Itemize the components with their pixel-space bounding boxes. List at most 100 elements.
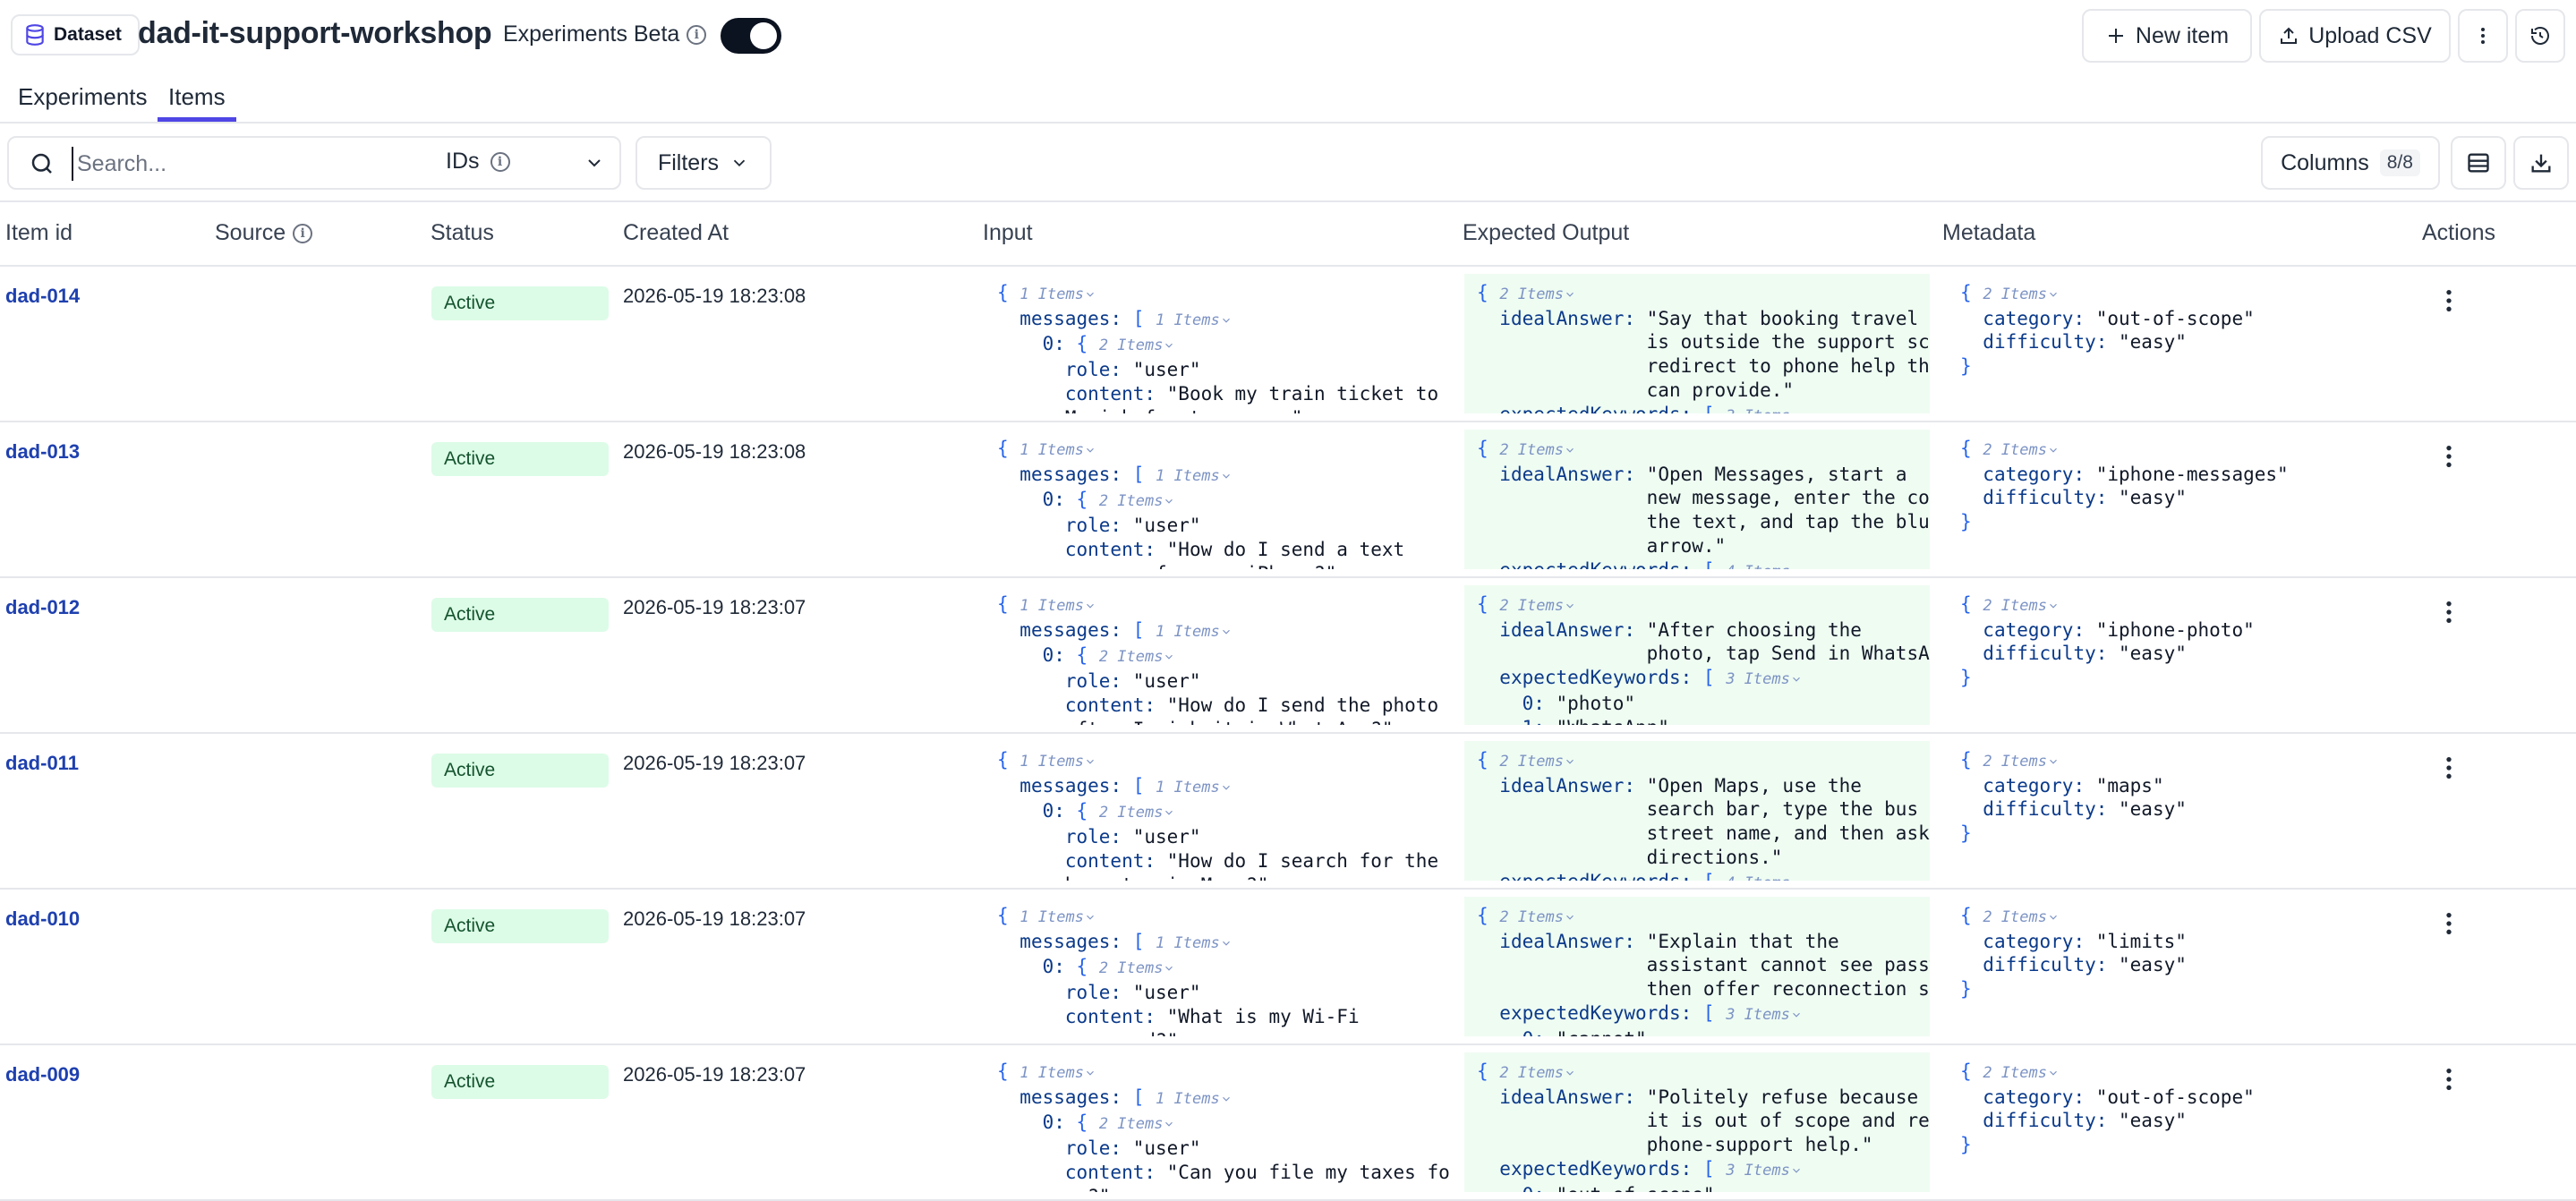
- collapse-toggle[interactable]: 2 Items: [1983, 441, 2060, 459]
- collapse-toggle[interactable]: 2 Items: [1099, 648, 1176, 666]
- more-vertical-icon[interactable]: [2435, 754, 2463, 782]
- collapse-toggle[interactable]: 1 Items: [1156, 1090, 1233, 1108]
- collapse-toggle[interactable]: 1 Items: [1156, 467, 1233, 485]
- collapse-toggle[interactable]: 3 Items: [1726, 1162, 1803, 1180]
- collapse-toggle[interactable]: 4 Items: [1726, 563, 1803, 569]
- column-header-expected-output[interactable]: Expected Output: [1463, 220, 1629, 246]
- collapse-toggle[interactable]: 1 Items: [1156, 779, 1233, 796]
- expected-output-cell[interactable]: { 2 Items idealAnswer: "After choosing t…: [1464, 585, 1930, 725]
- more-options-button[interactable]: [2458, 9, 2508, 63]
- column-header-item-id[interactable]: Item id: [5, 220, 73, 246]
- collapse-toggle[interactable]: 2 Items: [1499, 908, 1576, 926]
- history-button[interactable]: [2515, 9, 2565, 63]
- table-row[interactable]: dad-010 Active 2026-05-19 18:23:07 { 1 Item…: [0, 890, 2576, 1045]
- expected-output-cell[interactable]: { 2 Items idealAnswer: "Open Maps, use t…: [1464, 741, 1930, 881]
- more-vertical-icon[interactable]: [2435, 598, 2463, 626]
- collapse-toggle[interactable]: 1 Items: [1019, 908, 1096, 926]
- info-icon[interactable]: i: [687, 24, 707, 45]
- download-button[interactable]: [2513, 136, 2569, 190]
- collapse-toggle[interactable]: 1 Items: [1019, 441, 1096, 459]
- column-header-source[interactable]: Source i: [215, 220, 313, 246]
- filters-button[interactable]: Filters: [635, 136, 772, 190]
- expected-output-cell[interactable]: { 2 Items idealAnswer: "Open Messages, s…: [1464, 430, 1930, 569]
- item-id-link[interactable]: dad-011: [5, 752, 79, 775]
- collapse-toggle[interactable]: 2 Items: [1099, 492, 1176, 510]
- input-cell[interactable]: { 1 Items messages: [ 1 Items 0: { 2 Ite…: [985, 1052, 1450, 1192]
- collapse-toggle[interactable]: 3 Items: [1726, 1006, 1803, 1024]
- collapse-toggle[interactable]: 2 Items: [1983, 753, 2060, 771]
- collapse-toggle[interactable]: 2 Items: [1499, 1064, 1576, 1082]
- column-header-created-at[interactable]: Created At: [623, 220, 729, 246]
- info-icon[interactable]: i: [490, 151, 510, 172]
- collapse-toggle[interactable]: 2 Items: [1099, 804, 1176, 822]
- columns-button[interactable]: Columns 8/8: [2261, 136, 2440, 190]
- collapse-toggle[interactable]: 2 Items: [1099, 1115, 1176, 1133]
- input-json: { 1 Items messages: [ 1 Items 0: { 2 Ite…: [997, 904, 1360, 1036]
- item-id-link[interactable]: dad-013: [5, 440, 80, 464]
- column-header-status[interactable]: Status: [431, 220, 494, 246]
- table-row[interactable]: dad-013 Active 2026-05-19 18:23:08 { 1 Item…: [0, 422, 2576, 578]
- item-id-link[interactable]: dad-014: [5, 285, 80, 308]
- collapse-toggle[interactable]: 2 Items: [1983, 1064, 2060, 1082]
- item-id-link[interactable]: dad-010: [5, 907, 80, 931]
- collapse-toggle[interactable]: 4 Items: [1726, 874, 1803, 881]
- tab-experiments[interactable]: Experiments: [7, 79, 158, 122]
- collapse-toggle[interactable]: 2 Items: [1499, 753, 1576, 771]
- item-id-link[interactable]: dad-012: [5, 596, 80, 619]
- experiments-beta-toggle[interactable]: [721, 18, 781, 54]
- table-row[interactable]: dad-012 Active 2026-05-19 18:23:07 { 1 Item…: [0, 578, 2576, 734]
- collapse-toggle[interactable]: 1 Items: [1156, 623, 1233, 641]
- metadata-cell[interactable]: { 2 Items category: "out-of-scope" diffi…: [1948, 274, 2413, 413]
- row-height-button[interactable]: [2451, 136, 2506, 190]
- info-icon[interactable]: i: [293, 223, 313, 243]
- table-row[interactable]: dad-009 Active 2026-05-19 18:23:07 { 1 Item…: [0, 1045, 2576, 1201]
- table-row[interactable]: dad-011 Active 2026-05-19 18:23:07 { 1 Item…: [0, 734, 2576, 890]
- input-cell[interactable]: { 1 Items messages: [ 1 Items 0: { 2 Ite…: [985, 274, 1450, 413]
- metadata-cell[interactable]: { 2 Items category: "maps" difficulty: "…: [1948, 741, 2413, 881]
- created-at: 2026-05-19 18:23:07: [623, 752, 806, 774]
- input-cell[interactable]: { 1 Items messages: [ 1 Items 0: { 2 Ite…: [985, 430, 1450, 569]
- upload-csv-button[interactable]: Upload CSV: [2259, 9, 2451, 63]
- input-cell[interactable]: { 1 Items messages: [ 1 Items 0: { 2 Ite…: [985, 741, 1450, 881]
- json-value: "user": [1132, 982, 1201, 1004]
- metadata-cell[interactable]: { 2 Items category: "out-of-scope" diffi…: [1948, 1052, 2413, 1192]
- expected-output-cell[interactable]: { 2 Items idealAnswer: "Say that booking…: [1464, 274, 1930, 413]
- collapse-toggle[interactable]: 1 Items: [1019, 597, 1096, 615]
- item-id-link[interactable]: dad-009: [5, 1063, 80, 1086]
- metadata-cell[interactable]: { 2 Items category: "iphone-photo" diffi…: [1948, 585, 2413, 725]
- collapse-toggle[interactable]: 2 Items: [1983, 597, 2060, 615]
- metadata-cell[interactable]: { 2 Items category: "iphone-messages" di…: [1948, 430, 2413, 569]
- search-input[interactable]: [72, 147, 430, 181]
- more-vertical-icon[interactable]: [2435, 909, 2463, 938]
- input-cell[interactable]: { 1 Items messages: [ 1 Items 0: { 2 Ite…: [985, 585, 1450, 725]
- metadata-cell[interactable]: { 2 Items category: "limits" difficulty:…: [1948, 897, 2413, 1036]
- collapse-toggle[interactable]: 1 Items: [1156, 311, 1233, 329]
- collapse-toggle[interactable]: 2 Items: [1099, 336, 1176, 354]
- collapse-toggle[interactable]: 2 Items: [1499, 441, 1576, 459]
- expected-output-cell[interactable]: { 2 Items idealAnswer: "Explain that the…: [1464, 897, 1930, 1036]
- input-cell[interactable]: { 1 Items messages: [ 1 Items 0: { 2 Ite…: [985, 897, 1450, 1036]
- chevron-down-icon[interactable]: [584, 152, 605, 174]
- table-row[interactable]: dad-014 Active 2026-05-19 18:23:08 { 1 Item…: [0, 267, 2576, 422]
- collapse-toggle[interactable]: 1 Items: [1019, 285, 1096, 303]
- column-header-metadata[interactable]: Metadata: [1942, 220, 2035, 246]
- collapse-toggle[interactable]: 2 Items: [1499, 285, 1576, 303]
- more-vertical-icon[interactable]: [2435, 286, 2463, 315]
- collapse-toggle[interactable]: 1 Items: [1019, 753, 1096, 771]
- search-scope-select[interactable]: IDs i: [446, 149, 510, 175]
- column-header-input[interactable]: Input: [983, 220, 1033, 246]
- collapse-toggle[interactable]: 2 Items: [1099, 959, 1176, 977]
- expected-output-cell[interactable]: { 2 Items idealAnswer: "Politely refuse …: [1464, 1052, 1930, 1192]
- collapse-toggle[interactable]: 1 Items: [1019, 1064, 1096, 1082]
- collapse-toggle[interactable]: 2 Items: [1499, 597, 1576, 615]
- collapse-toggle[interactable]: 3 Items: [1726, 407, 1803, 413]
- more-vertical-icon[interactable]: [2435, 442, 2463, 471]
- collapse-toggle[interactable]: 2 Items: [1983, 285, 2060, 303]
- collapse-toggle[interactable]: 1 Items: [1156, 934, 1233, 952]
- more-vertical-icon[interactable]: [2435, 1065, 2463, 1094]
- tab-items[interactable]: Items: [158, 79, 236, 122]
- new-item-button[interactable]: New item: [2082, 9, 2252, 63]
- collapse-toggle[interactable]: 3 Items: [1726, 670, 1803, 688]
- collapse-toggle[interactable]: 2 Items: [1983, 908, 2060, 926]
- json-key: idealAnswer:: [1499, 463, 1647, 485]
